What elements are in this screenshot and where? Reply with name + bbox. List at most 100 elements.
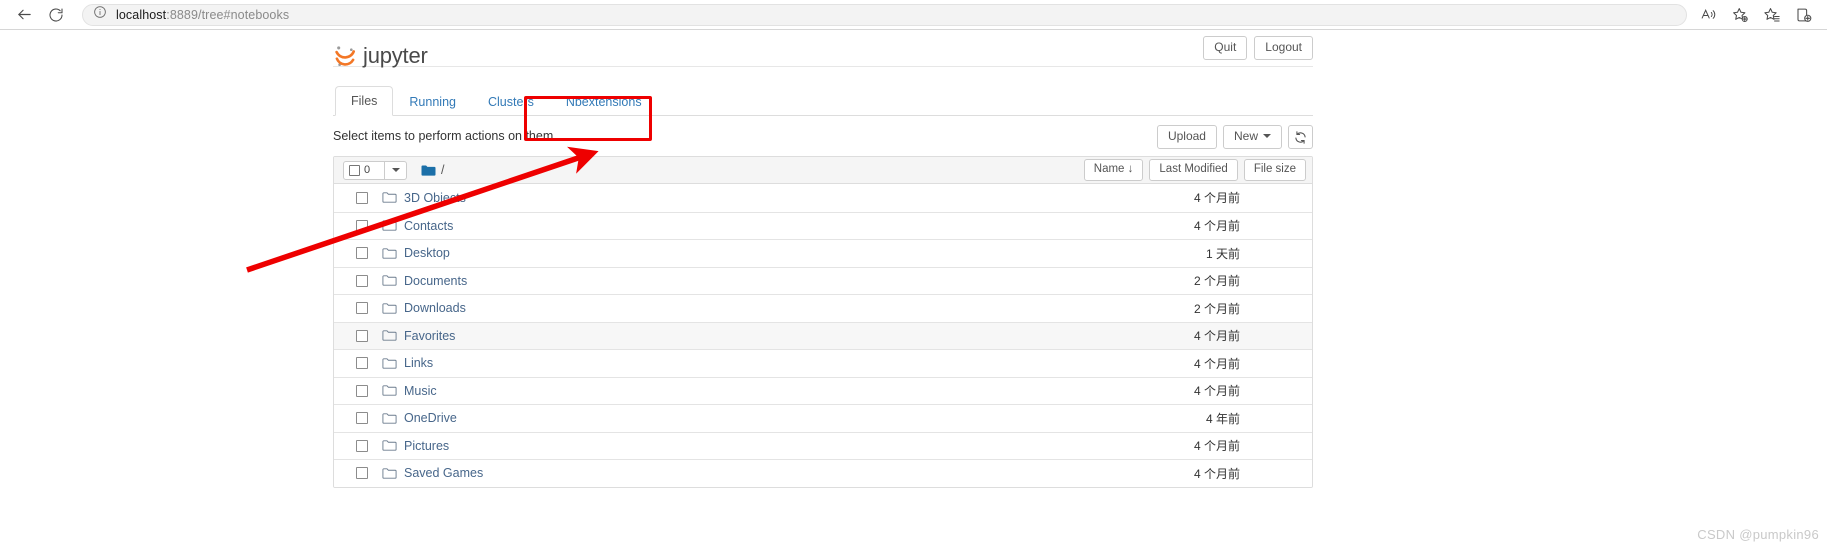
sort-desc-arrow-icon: ↓ [1127,163,1134,175]
select-all-group[interactable]: 0 [343,160,407,180]
upload-button[interactable]: Upload [1156,125,1217,150]
file-modified: 4 个月前 [1193,384,1240,399]
file-name-link[interactable]: Desktop [404,246,450,260]
url-path: :8889/tree#notebooks [166,7,290,22]
table-row[interactable]: Documents 2 个月前 [334,266,1312,294]
logout-button[interactable]: Logout [1254,36,1313,61]
table-row[interactable]: Links 4 个月前 [334,349,1312,377]
table-row[interactable]: OneDrive 4 年前 [334,404,1312,432]
folder-icon [382,439,397,452]
breadcrumb-path[interactable]: / [441,163,444,177]
file-name-link[interactable]: Downloads [404,301,466,315]
site-info-icon[interactable] [93,5,107,24]
row-checkbox[interactable] [356,302,368,315]
table-row[interactable]: 3D Objects 4 个月前 [334,184,1312,212]
file-modified: 4 个月前 [1193,466,1240,481]
jupyter-container: jupyter Quit Logout Files Running Cluste… [333,30,1313,488]
read-aloud-icon[interactable] [1693,2,1723,28]
file-name-link[interactable]: Favorites [404,329,455,343]
folder-icon [382,274,397,287]
header-buttons: Quit Logout [1203,36,1313,61]
row-checkbox[interactable] [356,412,368,425]
row-checkbox[interactable] [356,357,368,370]
file-name-link[interactable]: Music [404,384,437,398]
row-checkbox[interactable] [356,247,368,260]
table-row[interactable]: Downloads 2 个月前 [334,294,1312,322]
favorites-icon[interactable] [1757,2,1787,28]
file-modified: 4 年前 [1205,411,1240,426]
tab-nbextensions[interactable]: Nbextensions [550,87,658,116]
select-all-checkbox-wrap[interactable]: 0 [343,160,385,180]
sort-by-name-button[interactable]: Name ↓ [1083,159,1144,181]
address-bar[interactable]: localhost:8889/tree#notebooks [82,3,1687,26]
file-modified: 4 个月前 [1193,191,1240,206]
row-checkbox[interactable] [356,329,368,342]
file-name-link[interactable]: Saved Games [404,466,483,480]
file-name-link[interactable]: Contacts [404,219,453,233]
folder-icon [382,302,397,315]
file-name-link[interactable]: Documents [404,274,467,288]
table-row[interactable]: Favorites 4 个月前 [334,321,1312,349]
reload-button[interactable] [40,2,72,28]
new-button[interactable]: New [1222,125,1282,150]
select-dropdown-button[interactable] [385,160,407,180]
tab-clusters[interactable]: Clusters [472,87,550,116]
tab-running[interactable]: Running [393,87,472,116]
row-checkbox[interactable] [356,274,368,287]
file-name-link[interactable]: Pictures [404,439,449,453]
row-checkbox[interactable] [356,439,368,452]
breadcrumb[interactable]: / [421,163,444,177]
table-row[interactable]: Saved Games 4 个月前 [334,459,1312,487]
row-checkbox[interactable] [356,219,368,232]
select-all-checkbox[interactable] [349,164,360,176]
row-checkbox[interactable] [356,191,368,204]
jupyter-page: jupyter Quit Logout Files Running Cluste… [0,30,1827,548]
file-modified: 2 个月前 [1193,301,1240,316]
browser-toolbar: localhost:8889/tree#notebooks [0,0,1827,30]
back-button[interactable] [8,2,40,28]
url-host: localhost [116,7,167,22]
row-checkbox[interactable] [356,467,368,480]
chevron-down-icon [391,168,400,172]
new-button-label: New [1233,129,1258,143]
file-list: 0 / Name ↓ Last Modified File size 3D Ob… [333,156,1313,488]
jupyter-header: jupyter Quit Logout [333,30,1313,67]
sort-by-last-modified-button[interactable]: Last Modified [1149,159,1238,181]
file-name-link[interactable]: Links [404,356,433,370]
folder-icon [382,247,397,260]
table-row[interactable]: Desktop 1 天前 [334,239,1312,267]
file-modified: 1 天前 [1205,246,1240,261]
tab-files[interactable]: Files [335,85,394,116]
file-rows: 3D Objects 4 个月前 Contacts 4 个月前 Desktop 1 天前 D… [334,184,1312,487]
jupyter-wordmark: jupyter [363,43,428,68]
collections-icon[interactable] [1789,2,1819,28]
sort-by-file-size-button[interactable]: File size [1243,159,1306,181]
quit-button[interactable]: Quit [1203,36,1248,61]
file-modified: 4 个月前 [1193,219,1240,234]
folder-icon [382,384,397,397]
files-toolbar: Select items to perform actions on them.… [333,125,1313,153]
add-favorite-icon[interactable] [1725,2,1755,28]
tab-bar: Files Running Clusters Nbextensions [333,85,1313,116]
folder-icon [382,412,397,425]
file-list-header: 0 / Name ↓ Last Modified File size [334,157,1312,184]
file-name-link[interactable]: OneDrive [404,411,457,425]
table-row[interactable]: Contacts 4 个月前 [334,211,1312,239]
table-row[interactable]: Music 4 个月前 [334,376,1312,404]
sort-headers: Name ↓ Last Modified File size [1083,159,1306,181]
file-name-link[interactable]: 3D Objects [404,191,466,205]
chevron-down-icon [1263,134,1271,138]
row-checkbox[interactable] [356,384,368,397]
folder-icon [382,329,397,342]
jupyter-brand[interactable]: jupyter [333,44,1313,68]
files-toolbar-actions: Upload New [1156,125,1313,150]
file-modified: 4 个月前 [1193,356,1240,371]
table-row[interactable]: Pictures 4 个月前 [334,431,1312,459]
sort-name-label: Name [1093,163,1125,175]
refresh-button[interactable] [1288,125,1313,149]
jupyter-logo-icon [333,44,357,68]
browser-actions [1693,2,1819,28]
folder-icon [421,164,436,177]
watermark: CSDN @pumpkin96 [1697,527,1819,542]
folder-icon [382,191,397,204]
